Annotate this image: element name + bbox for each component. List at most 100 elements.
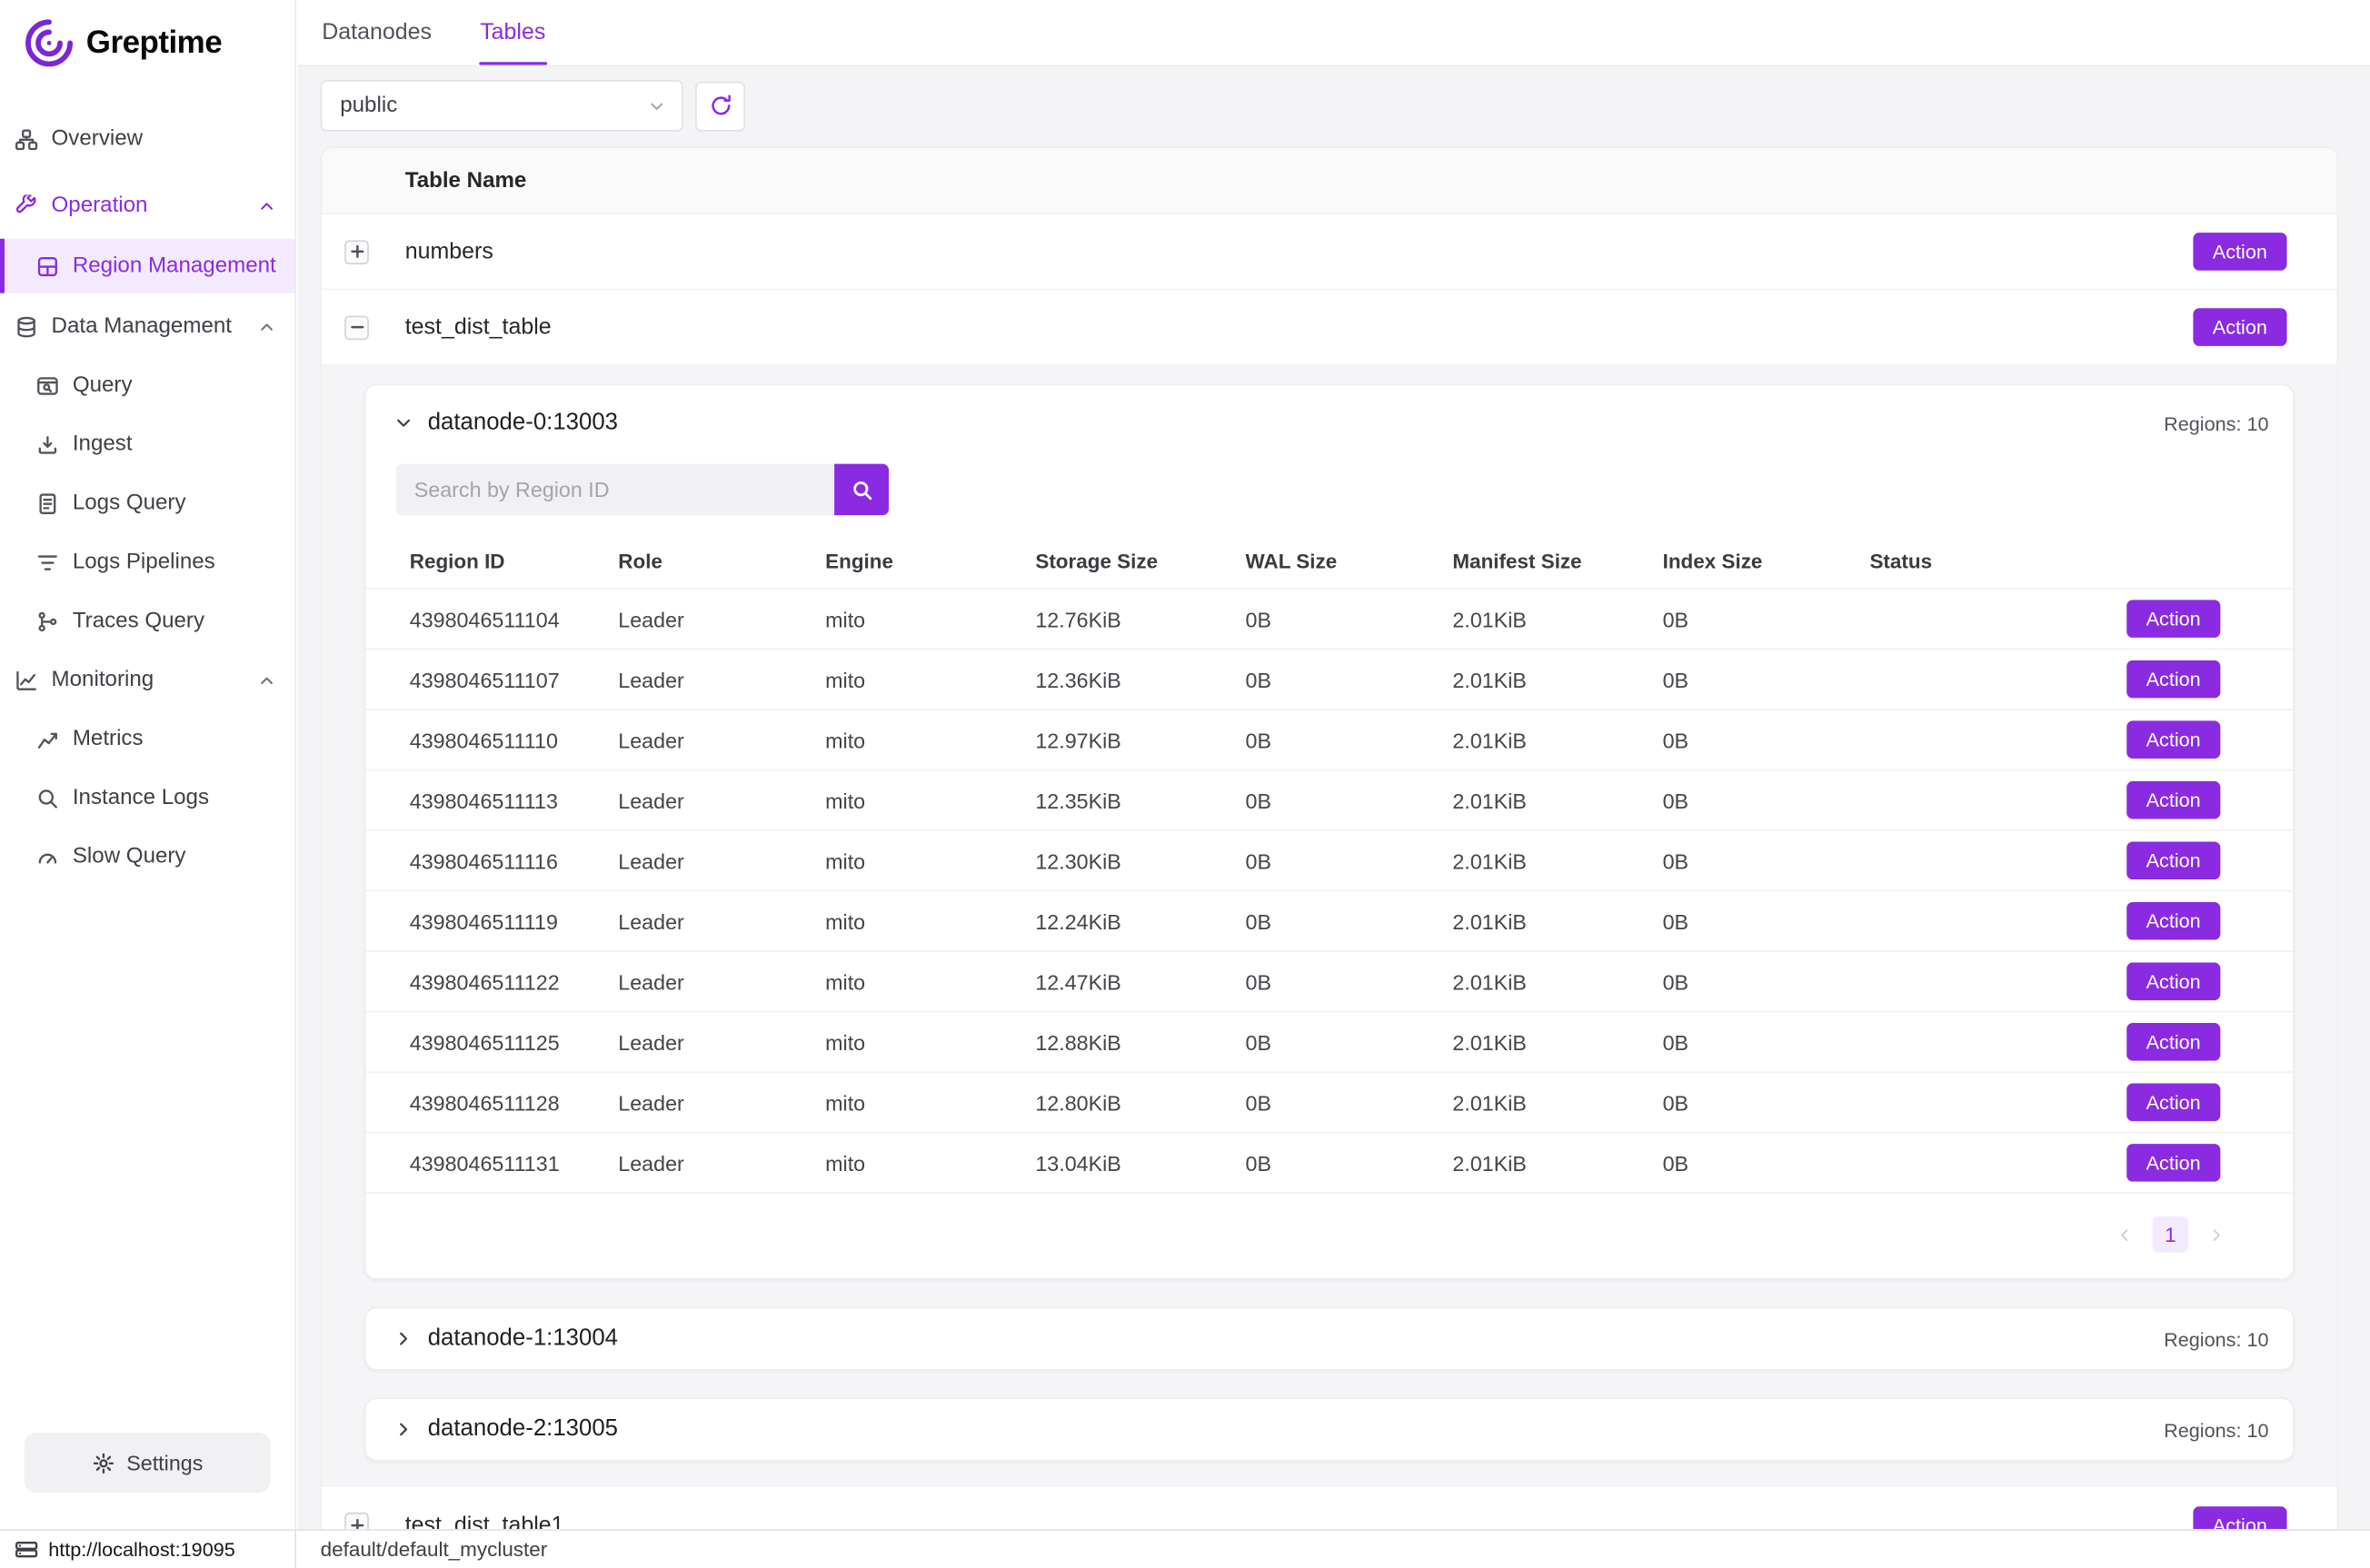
wal-size-cell: 0B [1246, 607, 1453, 631]
datanode-name: datanode-1:13004 [428, 1325, 618, 1353]
sidebar-item-query[interactable]: Query [0, 360, 294, 412]
expand-button[interactable] [344, 240, 369, 264]
datanode-header[interactable]: datanode-2:13005 Regions: 10 [366, 1399, 2294, 1460]
datanode-header[interactable]: datanode-0:13003 Regions: 10 [366, 385, 2294, 461]
database-icon [15, 315, 38, 338]
tab-datanodes[interactable]: Datanodes [298, 0, 456, 65]
storage-size-cell: 12.36KiB [1035, 667, 1245, 691]
host-indicator[interactable]: http://localhost:19095 [0, 1531, 296, 1568]
engine-cell: mito [825, 1151, 1035, 1176]
action-button[interactable]: Action [2126, 720, 2220, 759]
sidebar-item-label: Operation [52, 194, 148, 218]
column-header: Region ID [410, 550, 619, 572]
table-name: test_dist_table1 [405, 1512, 2181, 1529]
region-row: 4398046511125 Leader mito 12.88KiB 0B 2.… [366, 1011, 2294, 1072]
role-cell: Leader [618, 1151, 825, 1176]
storage-size-cell: 12.97KiB [1035, 728, 1245, 752]
sidebar-item-traces-query[interactable]: Traces Query [0, 595, 294, 647]
action-button[interactable]: Action [2126, 1144, 2220, 1182]
sidebar-item-slow-query[interactable]: Slow Query [0, 831, 294, 883]
action-button[interactable]: Action [2193, 308, 2286, 346]
index-size-cell: 0B [1663, 908, 1870, 933]
action-button[interactable]: Action [2126, 781, 2220, 819]
region-search [366, 461, 2294, 533]
action-button[interactable]: Action [2126, 660, 2220, 699]
sidebar-item-logs-pipelines[interactable]: Logs Pipelines [0, 536, 294, 588]
table-row-test-dist-table: test_dist_table Action [322, 290, 2336, 365]
region-row: 4398046511131 Leader mito 13.04KiB 0B 2.… [366, 1132, 2294, 1193]
region-search-button[interactable] [834, 464, 889, 516]
region-row: 4398046511107 Leader mito 12.36KiB 0B 2.… [366, 649, 2294, 710]
action-button[interactable]: Action [2126, 841, 2220, 879]
manifest-size-cell: 2.01KiB [1452, 969, 1662, 994]
region-search-input[interactable] [396, 464, 834, 516]
storage-size-cell: 12.80KiB [1035, 1090, 1245, 1115]
collapse-button[interactable] [344, 315, 369, 340]
action-button[interactable]: Action [2126, 962, 2220, 1000]
region-id-cell: 4398046511122 [410, 969, 619, 994]
expand-button[interactable] [344, 1513, 369, 1529]
sidebar-item-region-management[interactable]: Region Management [0, 239, 294, 293]
action-button[interactable]: Action [2126, 902, 2220, 940]
chevron-up-icon [257, 195, 277, 215]
datanode-header[interactable]: datanode-1:13004 Regions: 10 [366, 1308, 2294, 1369]
column-header: Storage Size [1035, 550, 1245, 572]
manifest-size-cell: 2.01KiB [1452, 667, 1662, 691]
wal-size-cell: 0B [1246, 1090, 1453, 1115]
page-button[interactable]: 1 [2152, 1216, 2188, 1253]
toolbar: public [321, 80, 2338, 132]
region-table-header-row: Region ID Role Engine Storage Size WAL S… [366, 533, 2294, 588]
action-button[interactable]: Action [2193, 1505, 2286, 1529]
schema-select[interactable]: public [321, 80, 683, 132]
brand-logo[interactable]: Greptime [0, 0, 294, 80]
region-row: 4398046511116 Leader mito 12.30KiB 0B 2.… [366, 829, 2294, 890]
engine-cell: mito [825, 1030, 1035, 1055]
index-size-cell: 0B [1663, 728, 1870, 752]
engine-cell: mito [825, 908, 1035, 933]
role-cell: Leader [618, 908, 825, 933]
chevron-right-icon [393, 1419, 413, 1440]
greptime-logo-icon [21, 15, 77, 72]
sidebar-item-overview[interactable]: Overview [0, 114, 294, 165]
action-button[interactable]: Action [2126, 600, 2220, 638]
index-size-cell: 0B [1663, 1090, 1870, 1115]
index-size-cell: 0B [1663, 1030, 1870, 1055]
region-management-icon [36, 254, 59, 277]
gear-icon [92, 1452, 115, 1474]
action-button[interactable]: Action [2126, 1084, 2220, 1122]
server-icon [15, 1538, 38, 1561]
sidebar-item-data-management[interactable]: Data Management [0, 301, 294, 352]
storage-size-cell: 12.47KiB [1035, 969, 1245, 994]
refresh-button[interactable] [695, 81, 745, 131]
region-id-cell: 4398046511128 [410, 1090, 619, 1115]
settings-button[interactable]: Settings [25, 1433, 271, 1494]
region-row: 4398046511110 Leader mito 12.97KiB 0B 2.… [366, 709, 2294, 769]
sidebar-item-operation[interactable]: Operation [0, 180, 294, 232]
sidebar-item-label: Traces Query [73, 609, 204, 633]
action-button[interactable]: Action [2126, 1023, 2220, 1061]
prev-page-button[interactable] [2115, 1225, 2135, 1245]
manifest-size-cell: 2.01KiB [1452, 728, 1662, 752]
tab-tables[interactable]: Tables [456, 0, 570, 65]
storage-size-cell: 13.04KiB [1035, 1151, 1245, 1176]
magnifier-icon [36, 787, 59, 809]
sidebar-item-monitoring[interactable]: Monitoring [0, 654, 294, 706]
next-page-button[interactable] [2206, 1225, 2226, 1245]
manifest-size-cell: 2.01KiB [1452, 788, 1662, 812]
wal-size-cell: 0B [1246, 1151, 1453, 1176]
datanode-section-1: datanode-1:13004 Regions: 10 [364, 1307, 2295, 1371]
plus-icon [350, 1518, 363, 1529]
storage-size-cell: 12.88KiB [1035, 1030, 1245, 1055]
host-url: http://localhost:19095 [48, 1538, 235, 1561]
sidebar-item-ingest[interactable]: Ingest [0, 419, 294, 471]
sidebar-item-logs-query[interactable]: Logs Query [0, 478, 294, 530]
table-row-numbers: numbers Action [322, 214, 2336, 290]
wal-size-cell: 0B [1246, 728, 1453, 752]
settings-label: Settings [126, 1451, 203, 1475]
column-header-table-name: Table Name [322, 148, 2336, 214]
sidebar-item-metrics[interactable]: Metrics [0, 713, 294, 765]
sidebar-item-instance-logs[interactable]: Instance Logs [0, 772, 294, 824]
manifest-size-cell: 2.01KiB [1452, 1090, 1662, 1115]
engine-cell: mito [825, 969, 1035, 994]
action-button[interactable]: Action [2193, 233, 2286, 271]
